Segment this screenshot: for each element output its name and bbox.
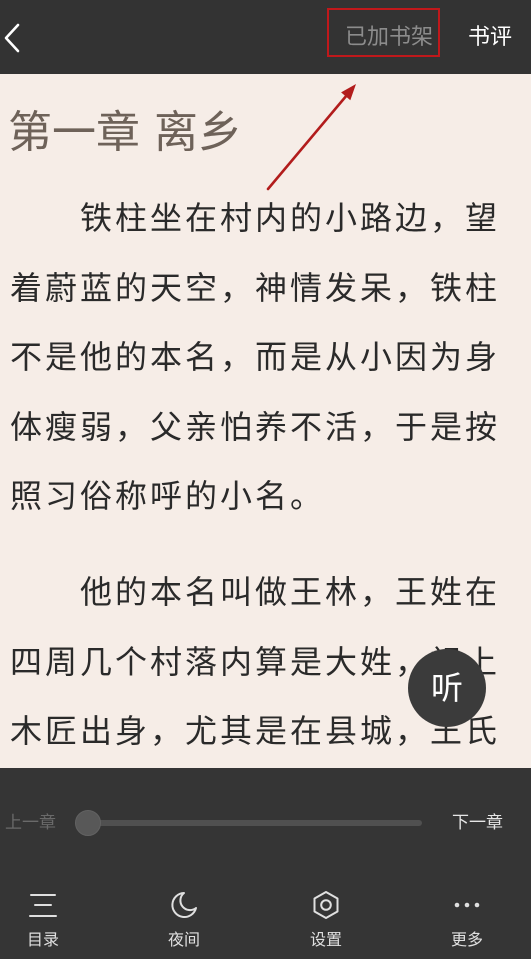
- review-button[interactable]: 书评: [468, 24, 512, 52]
- text-line: 他的本名叫做王林，王姓在: [80, 573, 501, 611]
- back-button[interactable]: [0, 19, 28, 57]
- chevron-left-icon: [4, 23, 20, 53]
- moon-icon: [171, 892, 197, 918]
- prev-chapter-button[interactable]: 上一章: [5, 812, 56, 834]
- bookshelf-status[interactable]: 已加书架: [345, 24, 433, 52]
- chapter-progress-track[interactable]: [88, 820, 422, 826]
- text-line: 铁柱坐在村内的小路边，望: [80, 199, 501, 237]
- toolbar-item-label: 更多: [450, 930, 483, 949]
- text-line: 体瘦弱，父亲怕养不活，于是按: [10, 407, 501, 446]
- settings-icon: [313, 891, 339, 919]
- list-icon: [29, 894, 57, 917]
- top-bar: 已加书架 书评: [0, 0, 531, 74]
- text-line: 着蔚蓝的天空，神情发呆，铁柱: [10, 268, 501, 307]
- chapter-progress-thumb[interactable]: [75, 810, 101, 836]
- toolbar-item-catalog[interactable]: 目录: [0, 886, 93, 956]
- more-dots-icon: [454, 902, 480, 908]
- chapter-title: 第一章 离乡: [8, 107, 242, 158]
- next-chapter-button[interactable]: 下一章: [452, 812, 503, 834]
- toolbar-item-label: 设置: [309, 930, 342, 949]
- reader-screen: 已加书架 书评 第一章 离乡 铁柱坐在村内的小路边，望 着蔚蓝的天空，神情发呆，…: [0, 0, 531, 959]
- toolbar-item-night-mode[interactable]: 夜间: [134, 886, 234, 956]
- toolbar-item-label: 目录: [26, 930, 59, 949]
- text-line: 不是他的本名，而是从小因为身: [10, 338, 501, 376]
- toolbar-item-label: 夜间: [167, 930, 200, 949]
- toolbar-item-more[interactable]: 更多: [417, 886, 517, 956]
- bottom-panel: 上一章 下一章 目录 夜间 设置 更多: [0, 768, 531, 959]
- text-line: 照习俗称呼的小名。: [10, 477, 326, 515]
- toolbar-item-settings[interactable]: 设置: [276, 886, 376, 956]
- listen-button[interactable]: 听: [408, 649, 486, 727]
